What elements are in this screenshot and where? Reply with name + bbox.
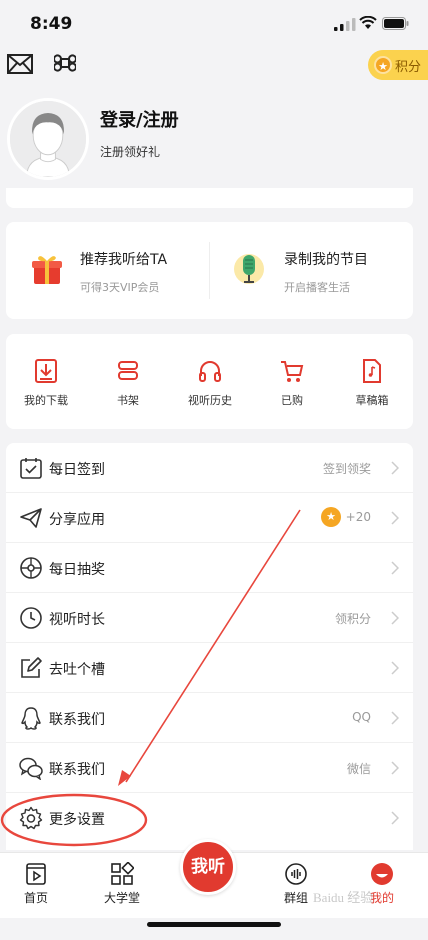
list-value: 微信 xyxy=(346,762,371,776)
gift-icon xyxy=(32,256,62,284)
recommend-subtitle: 可得3天VIP会员 xyxy=(80,281,160,294)
profile-section[interactable]: 登录/注册 注册领好礼 xyxy=(0,96,428,186)
quick-item-drafts[interactable]: 草稿箱 xyxy=(332,334,412,429)
quick-item-purchased[interactable]: 已购 xyxy=(252,334,332,429)
mail-icon[interactable] xyxy=(7,53,33,75)
tab-label: 大学堂 xyxy=(103,891,140,905)
quick-label-drafts: 草稿箱 xyxy=(355,394,389,407)
bottom-tab-bar: 首页 大学堂 我听 群组 我的 Baidu 经验 xyxy=(0,839,428,919)
lottery-wheel-icon xyxy=(20,557,42,579)
record-title: 录制我的节目 xyxy=(284,252,368,268)
chevron-right-icon xyxy=(391,711,399,725)
wechat-icon xyxy=(19,757,43,780)
cart-icon xyxy=(281,361,304,382)
quick-label-purchased: 已购 xyxy=(281,394,303,407)
grid-apps-icon xyxy=(111,862,134,885)
points-label: 积分 xyxy=(395,59,422,75)
chevron-right-icon xyxy=(391,811,399,825)
quick-label-download: 我的下载 xyxy=(24,394,68,407)
tab-label: 首页 xyxy=(23,891,48,905)
quick-item-bookshelf[interactable]: 书架 xyxy=(88,334,168,429)
register-gift-text: 注册领好礼 xyxy=(100,145,161,159)
list-item-listen-time[interactable]: 视听时长 领积分 xyxy=(6,593,413,643)
mine-face-icon xyxy=(371,863,393,885)
list-value: 签到领奖 xyxy=(322,462,371,476)
chevron-right-icon xyxy=(391,461,399,475)
group-audio-icon xyxy=(285,863,307,885)
tab-mine[interactable]: 我的 xyxy=(350,853,414,919)
list-label: 分享应用 xyxy=(49,512,105,528)
quick-label-bookshelf: 书架 xyxy=(117,394,139,407)
tab-group[interactable]: 群组 xyxy=(264,853,328,919)
headphones-icon xyxy=(199,361,221,382)
chevron-right-icon xyxy=(391,661,399,675)
status-time: 8:49 xyxy=(30,14,73,34)
list-label: 更多设置 xyxy=(49,812,105,828)
top-bar: ★ 积分 xyxy=(0,46,428,86)
list-label: 视听时长 xyxy=(49,612,105,628)
list-item-contact-qq[interactable]: 联系我们 QQ xyxy=(6,693,413,743)
gear-icon xyxy=(19,806,43,830)
bookshelf-icon xyxy=(118,361,138,380)
home-indicator xyxy=(147,922,281,927)
default-avatar-icon xyxy=(10,101,86,177)
microphone-icon xyxy=(234,254,264,284)
promo-card: 推荐我听给TA 可得3天VIP会员 录制我的节目 开启播客生活 xyxy=(6,222,413,319)
coin-icon: ★ xyxy=(374,56,392,74)
share-plane-icon xyxy=(20,508,42,528)
cellular-signal-icon xyxy=(334,18,356,31)
settings-list: 每日签到 签到领奖 分享应用 ★ +20 每日抽奖 视听时长 领积分 去吐个槽 … xyxy=(6,443,413,850)
list-item-feedback[interactable]: 去吐个槽 xyxy=(6,643,413,693)
login-register-title[interactable]: 登录/注册 xyxy=(100,106,179,132)
record-program-item[interactable]: 录制我的节目 开启播客生活 xyxy=(210,222,410,319)
chevron-right-icon xyxy=(391,561,399,575)
tab-college[interactable]: 大学堂 xyxy=(90,853,154,919)
clock-icon xyxy=(20,607,42,629)
recommend-app-item[interactable]: 推荐我听给TA 可得3天VIP会员 xyxy=(6,222,206,319)
list-item-share[interactable]: 分享应用 ★ +20 xyxy=(6,493,413,543)
list-item-contact-wechat[interactable]: 联系我们 微信 xyxy=(6,743,413,793)
calendar-check-icon xyxy=(20,458,42,479)
recommend-title: 推荐我听给TA xyxy=(80,252,168,268)
list-label: 联系我们 xyxy=(49,712,105,728)
list-label: 去吐个槽 xyxy=(49,662,105,678)
center-listen-button[interactable]: 我听 xyxy=(180,839,236,895)
quick-item-download[interactable]: 我的下载 xyxy=(6,334,86,429)
command-icon[interactable] xyxy=(54,52,76,74)
download-icon xyxy=(35,359,57,383)
list-value: 领积分 xyxy=(334,612,371,626)
home-play-icon xyxy=(26,863,46,885)
status-bar: 8:49 xyxy=(0,0,428,46)
wifi-icon xyxy=(359,16,377,29)
list-value: QQ xyxy=(352,710,371,724)
list-label: 每日抽奖 xyxy=(49,562,105,578)
list-item-checkin[interactable]: 每日签到 签到领奖 xyxy=(6,443,413,493)
list-label: 联系我们 xyxy=(49,762,105,778)
qq-icon xyxy=(21,707,41,730)
tab-home[interactable]: 首页 xyxy=(4,853,68,919)
reward-star-icon: ★ xyxy=(321,507,341,527)
avatar[interactable] xyxy=(7,98,89,180)
record-subtitle: 开启播客生活 xyxy=(284,281,350,294)
draft-file-icon xyxy=(363,359,381,383)
chevron-right-icon xyxy=(391,511,399,525)
profile-card-bottom xyxy=(6,188,413,208)
list-label: 每日签到 xyxy=(49,462,105,478)
quick-actions-card: 我的下载 书架 视听历史 已购 草稿箱 xyxy=(6,334,413,429)
chevron-right-icon xyxy=(391,761,399,775)
list-value: +20 xyxy=(345,510,371,524)
battery-icon xyxy=(382,17,409,30)
list-item-lottery[interactable]: 每日抽奖 xyxy=(6,543,413,593)
points-button[interactable]: ★ 积分 xyxy=(368,50,428,80)
list-item-more-settings[interactable]: 更多设置 xyxy=(6,793,413,843)
chevron-right-icon xyxy=(391,611,399,625)
quick-item-history[interactable]: 视听历史 xyxy=(170,334,250,429)
quick-label-history: 视听历史 xyxy=(188,394,232,407)
edit-icon xyxy=(21,657,42,678)
watermark: Baidu 经验 xyxy=(313,890,374,905)
